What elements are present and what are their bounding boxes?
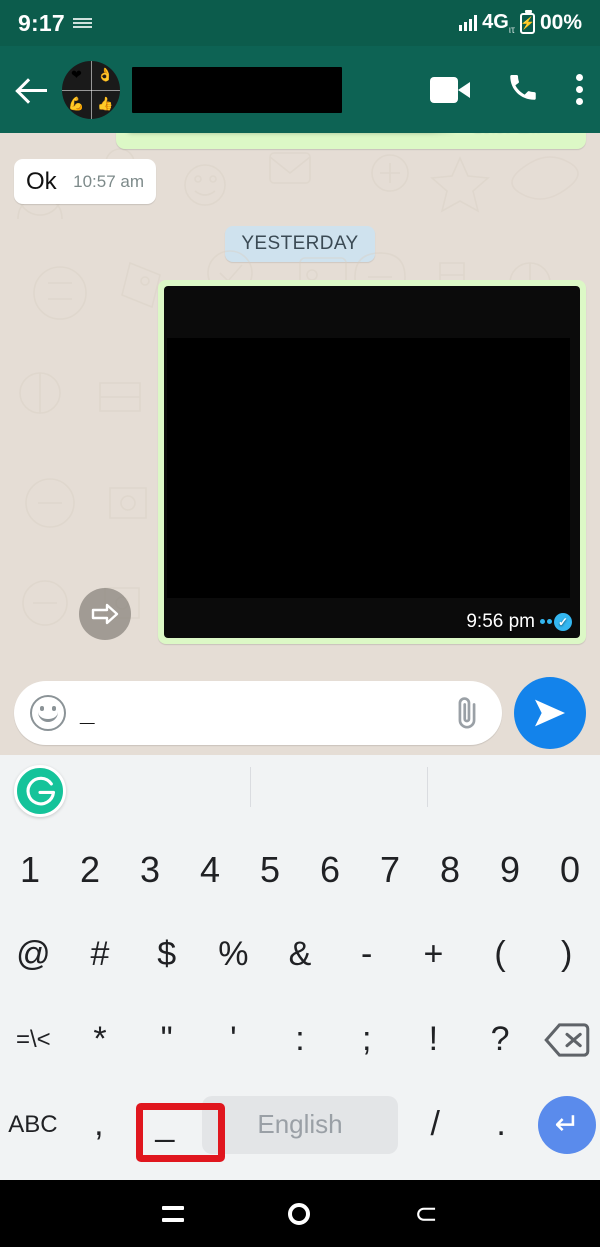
phone-call-icon[interactable] (506, 70, 540, 110)
avatar-quadrant-3: 💪 (68, 96, 85, 111)
battery-percent-label: 00% (539, 11, 582, 34)
key-9[interactable]: 9 (480, 827, 540, 912)
message-meta: 10:57 am (73, 172, 144, 192)
enter-key-icon: ↵ (538, 1095, 597, 1154)
overflow-menu-icon[interactable] (576, 74, 584, 105)
send-icon (535, 699, 565, 726)
header-actions (430, 70, 584, 110)
read-receipt-icon: ✓ (540, 612, 572, 631)
key-period[interactable]: . (468, 1082, 534, 1167)
battery-charging-icon: ⚡ (519, 9, 535, 34)
message-input-container[interactable]: _ (14, 680, 502, 745)
nav-back-icon[interactable]: ⊂ (414, 1199, 437, 1228)
key-8[interactable]: 8 (420, 827, 480, 912)
key-slash[interactable]: / (402, 1082, 468, 1167)
contact-name[interactable] (132, 66, 342, 113)
emoji-smiley-icon[interactable] (30, 694, 66, 731)
key-7[interactable]: 7 (360, 827, 420, 912)
phone-screen: 9:17 4Gιτ ⚡ 00% ❤ 👌 💪 👍 Ok 10:57 am YEST… (0, 0, 600, 1247)
message-input-bar: _ (0, 670, 600, 755)
key-6[interactable]: 6 (300, 827, 360, 912)
key-underscore[interactable]: _ (132, 1082, 198, 1167)
clipped-message-bubble[interactable]: 10:57 am ✓✓ (116, 133, 586, 149)
avatar-quadrant-2: 👌 (97, 67, 114, 82)
avatar-quadrant-4: 👍 (97, 96, 114, 111)
avatar-quadrant-1: ❤ (71, 67, 82, 82)
message-row-image: 9:56 pm ✓ (0, 279, 600, 644)
key-question[interactable]: ? (467, 997, 534, 1082)
suggestion-divider-1 (250, 767, 251, 807)
home-icon[interactable] (288, 1202, 311, 1225)
image-message-meta: 9:56 pm ✓ (466, 611, 572, 633)
status-bar-left: 9:17 (18, 10, 92, 37)
clipped-message-time: 10:57 am (473, 133, 540, 137)
message-input[interactable]: _ (80, 697, 436, 728)
key-hyphen[interactable]: - (333, 912, 400, 997)
key-paren-close[interactable]: ) (533, 912, 600, 997)
key-semicolon[interactable]: ; (333, 997, 400, 1082)
spacebar-label: English (201, 1095, 399, 1154)
message-bubble-incoming[interactable]: Ok 10:57 am (14, 159, 157, 204)
key-dollar[interactable]: $ (133, 912, 200, 997)
key-comma[interactable]: , (66, 1082, 132, 1167)
key-1[interactable]: 1 (0, 827, 60, 912)
status-bar-right: 4Gιτ ⚡ 00% (459, 9, 582, 36)
status-clock: 9:17 (18, 9, 65, 36)
key-4[interactable]: 4 (180, 827, 240, 912)
video-call-icon[interactable] (430, 76, 470, 103)
key-symbols-toggle[interactable]: =\< (0, 997, 67, 1082)
key-0[interactable]: 0 (540, 827, 600, 912)
key-enter[interactable]: ↵ (534, 1082, 600, 1167)
status-bar: 9:17 4Gιτ ⚡ 00% (0, 0, 600, 46)
grammarly-icon[interactable] (14, 765, 66, 817)
network-type-label: 4Gιτ (482, 10, 515, 36)
key-2[interactable]: 2 (60, 827, 120, 912)
keyboard-icon (72, 17, 92, 30)
key-abc-toggle[interactable]: ABC (0, 1082, 66, 1167)
suggestion-bar (0, 755, 600, 827)
key-ampersand[interactable]: & (267, 912, 334, 997)
keyboard-row-bottom: ABC , _ English / . ↵ (0, 1082, 600, 1167)
key-colon[interactable]: : (267, 997, 334, 1082)
chat-message-list[interactable]: 10:57 am ✓✓ Ok 10:57 am YESTERDAY (0, 133, 600, 670)
key-hash[interactable]: # (67, 912, 134, 997)
key-3[interactable]: 3 (120, 827, 180, 912)
send-button[interactable] (514, 676, 586, 749)
image-attachment[interactable] (164, 285, 580, 638)
message-time: 10:57 am (73, 172, 145, 192)
clipped-message-row: 10:57 am ✓✓ (0, 133, 600, 149)
chat-header: ❤ 👌 💪 👍 (0, 46, 600, 133)
key-asterisk[interactable]: * (67, 997, 134, 1082)
android-nav-bar: ⊂ (0, 1180, 600, 1247)
keyboard-row-symbols-2: =\< * " ' : ; ! ? (0, 997, 600, 1082)
suggestion-divider-2 (427, 767, 428, 807)
recent-apps-icon[interactable] (162, 1205, 185, 1222)
key-exclamation[interactable]: ! (400, 997, 467, 1082)
image-message-bubble[interactable]: 9:56 pm ✓ (158, 279, 586, 644)
key-paren-open[interactable]: ( (467, 912, 534, 997)
key-spacebar[interactable]: English (198, 1082, 402, 1167)
key-percent[interactable]: % (200, 912, 267, 997)
key-double-quote[interactable]: " (133, 997, 200, 1082)
image-message-time: 9:56 pm (466, 610, 535, 632)
backspace-icon[interactable] (533, 997, 600, 1082)
key-at[interactable]: @ (0, 912, 67, 997)
keyboard-row-symbols-1: @ # $ % & - + ( ) (0, 912, 600, 997)
message-text: Ok (26, 168, 57, 195)
paperclip-icon[interactable] (450, 693, 484, 733)
key-plus[interactable]: + (400, 912, 467, 997)
keyboard-row-numbers: 1 2 3 4 5 6 7 8 9 0 (0, 827, 600, 912)
signal-bars-icon (459, 15, 478, 31)
contact-avatar[interactable]: ❤ 👌 💪 👍 (62, 60, 120, 119)
on-screen-keyboard[interactable]: 1 2 3 4 5 6 7 8 9 0 @ # $ % & - + ( ) =\… (0, 755, 600, 1180)
key-single-quote[interactable]: ' (200, 997, 267, 1082)
back-arrow-icon[interactable] (16, 73, 50, 107)
forward-arrow-icon[interactable] (79, 588, 131, 640)
message-row-incoming: Ok 10:57 am (0, 159, 600, 204)
clipped-message-ticks: ✓✓ (557, 133, 579, 138)
key-5[interactable]: 5 (240, 827, 300, 912)
